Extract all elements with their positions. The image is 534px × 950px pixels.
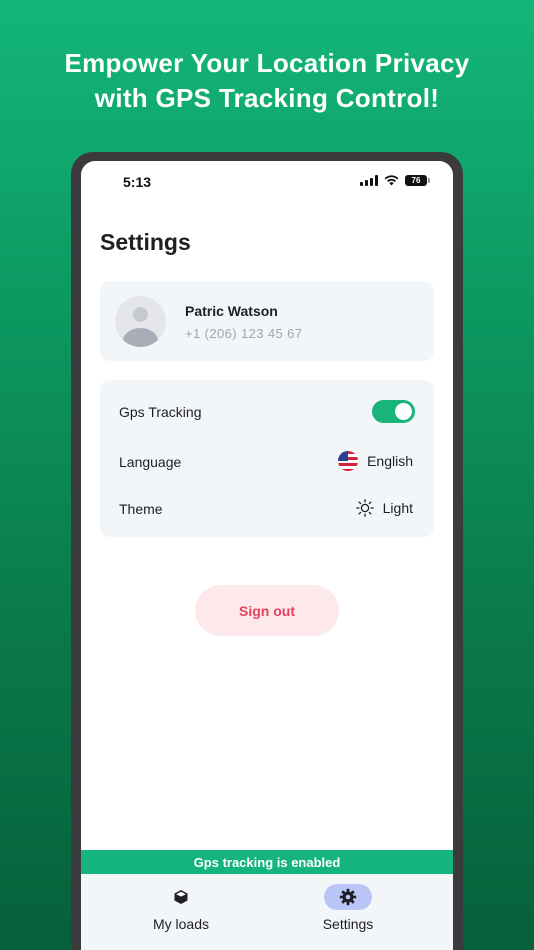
bottom-nav: My loads Settings [81,874,453,950]
nav-item-my-loads[interactable]: My loads [116,884,246,932]
toggle-knob [395,403,412,420]
us-flag-icon [338,451,359,471]
settings-card: Gps Tracking Language English Theme Ligh… [100,380,434,537]
nav-label-my-loads: My loads [152,916,210,932]
app-screen: 5:13 76 Settings Patric Watson +1 (206) … [81,161,453,950]
page-title: Settings [100,229,191,255]
theme-value: Light [382,500,413,516]
theme-label: Theme [119,501,163,517]
language-label: Language [119,454,182,470]
box-icon [174,890,188,904]
nav-label-settings: Settings [322,916,374,932]
sign-out-button[interactable]: Sign out [195,585,339,636]
signal-icon [360,175,378,186]
gear-icon [339,888,357,906]
avatar [115,296,166,347]
wifi-icon [384,175,399,186]
profile-card[interactable]: Patric Watson +1 (206) 123 45 67 [100,281,434,361]
language-selector[interactable]: English [338,451,413,471]
language-value: English [367,453,413,469]
headline-line-2: with GPS Tracking Control! [94,83,440,113]
theme-selector[interactable]: Light [355,499,413,517]
sun-icon [355,499,374,517]
nav-item-settings[interactable]: Settings [283,884,413,932]
nav-active-indicator [324,884,372,910]
headline-line-1: Empower Your Location Privacy [64,48,470,78]
gps-tracking-label: Gps Tracking [119,404,202,420]
promo-headline: Empower Your Location Privacy with GPS T… [0,46,534,116]
status-icons: 76 [360,175,430,186]
gps-tracking-toggle[interactable] [372,400,415,423]
profile-phone: +1 (206) 123 45 67 [185,326,303,341]
battery-icon: 76 [405,175,430,186]
profile-name: Patric Watson [185,303,278,319]
status-time: 5:13 [123,174,152,190]
status-bar: 5:13 76 [81,161,453,201]
gps-status-banner: Gps tracking is enabled [81,850,453,874]
